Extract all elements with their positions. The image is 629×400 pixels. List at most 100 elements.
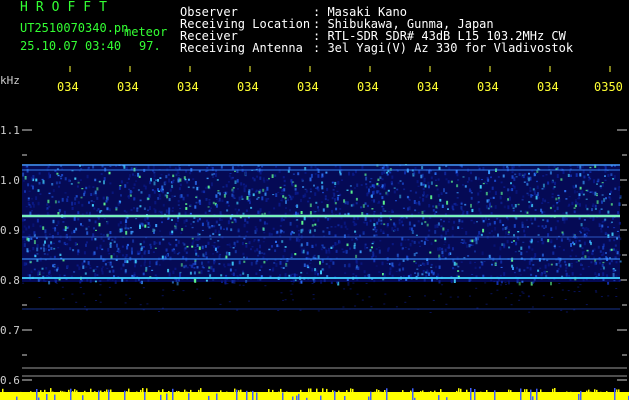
power-bar: [346, 390, 348, 400]
noise-speck: [554, 247, 557, 249]
noise-speck: [482, 274, 485, 278]
noise-speck: [208, 199, 211, 201]
noise-speck: [373, 199, 376, 203]
noise-speck: [198, 271, 201, 274]
noise-speck: [270, 233, 273, 236]
noise-speck: [268, 248, 271, 251]
noise-speck: [565, 217, 568, 221]
noise-speck: [301, 178, 304, 181]
power-bar: [398, 395, 400, 400]
noise-speck: [571, 249, 574, 252]
noise-speck: [474, 250, 476, 253]
power-bar-strip: [0, 388, 629, 400]
noise-speck: [555, 263, 558, 266]
noise-speck: [461, 227, 464, 229]
power-bar: [478, 393, 480, 400]
noise-speck: [354, 305, 357, 307]
noise-speck: [75, 195, 78, 198]
power-bar: [72, 391, 74, 400]
noise-speck: [189, 204, 192, 207]
noise-speck: [245, 242, 248, 245]
noise-speck: [108, 171, 111, 175]
power-bar: [572, 394, 574, 400]
noise-speck: [349, 247, 351, 250]
noise-speck: [275, 263, 278, 267]
noise-speck: [453, 203, 456, 205]
noise-speck: [497, 176, 500, 178]
noise-speck: [196, 186, 199, 191]
noise-speck: [393, 190, 396, 194]
power-bar: [532, 396, 534, 400]
noise-speck: [292, 299, 294, 301]
noise-speck: [33, 231, 36, 235]
noise-speck: [263, 232, 266, 234]
noise-speck: [147, 278, 150, 282]
power-bar: [90, 388, 92, 400]
noise-speck: [166, 192, 169, 194]
noise-speck: [430, 263, 433, 266]
noise-speck: [564, 190, 567, 193]
noise-speck: [331, 197, 334, 200]
noise-speck: [568, 238, 571, 242]
noise-speck: [393, 229, 396, 232]
noise-speck: [38, 271, 41, 274]
noise-speck: [86, 241, 88, 244]
noise-speck: [331, 181, 334, 184]
noise-speck: [314, 173, 317, 175]
noise-speck: [494, 227, 497, 231]
noise-speck: [119, 185, 122, 187]
noise-speck: [490, 176, 492, 179]
noise-speck: [92, 233, 95, 237]
noise-speck: [38, 172, 41, 175]
noise-speck: [430, 195, 433, 200]
noise-speck: [321, 181, 324, 184]
power-bar: [88, 392, 90, 400]
noise-speck: [191, 242, 194, 246]
noise-speck: [245, 244, 248, 248]
noise-speck: [611, 221, 613, 223]
noise-speck: [23, 219, 26, 221]
noise-speck: [542, 295, 545, 297]
noise-speck: [248, 189, 251, 193]
noise-speck: [552, 204, 555, 208]
noise-speck: [313, 229, 316, 232]
noise-speck: [35, 178, 38, 182]
noise-speck: [225, 191, 228, 194]
noise-speck: [96, 246, 99, 250]
noise-speck: [164, 180, 167, 185]
noise-speck: [519, 210, 522, 213]
noise-speck: [179, 183, 182, 187]
noise-speck: [325, 263, 328, 265]
noise-speck: [254, 249, 257, 253]
noise-speck: [391, 175, 394, 179]
noise-speck: [250, 261, 253, 266]
noise-speck: [221, 199, 224, 202]
noise-speck: [255, 189, 258, 192]
noise-speck: [377, 190, 380, 193]
noise-speck: [263, 260, 266, 264]
noise-speck: [23, 225, 26, 228]
power-bar: [136, 391, 138, 400]
noise-speck: [247, 199, 250, 202]
noise-speck: [550, 227, 553, 232]
noise-speck: [73, 229, 76, 234]
power-bar: [554, 388, 556, 400]
noise-speck: [46, 203, 49, 206]
noise-speck: [552, 251, 555, 255]
noise-speck: [422, 188, 425, 191]
noise-speck: [259, 244, 261, 249]
noise-speck: [361, 165, 364, 169]
noise-speck: [229, 173, 232, 174]
noise-speck: [232, 189, 235, 193]
power-bar: [508, 389, 510, 400]
noise-speck: [71, 207, 74, 210]
noise-speck: [475, 240, 478, 245]
noise-speck: [239, 273, 242, 277]
power-bar: [574, 393, 576, 400]
noise-speck: [316, 225, 319, 227]
noise-speck: [219, 303, 222, 305]
noise-speck: [551, 296, 554, 298]
noise-speck: [301, 248, 303, 252]
noise-speck: [451, 226, 454, 230]
noise-speck: [440, 192, 443, 195]
